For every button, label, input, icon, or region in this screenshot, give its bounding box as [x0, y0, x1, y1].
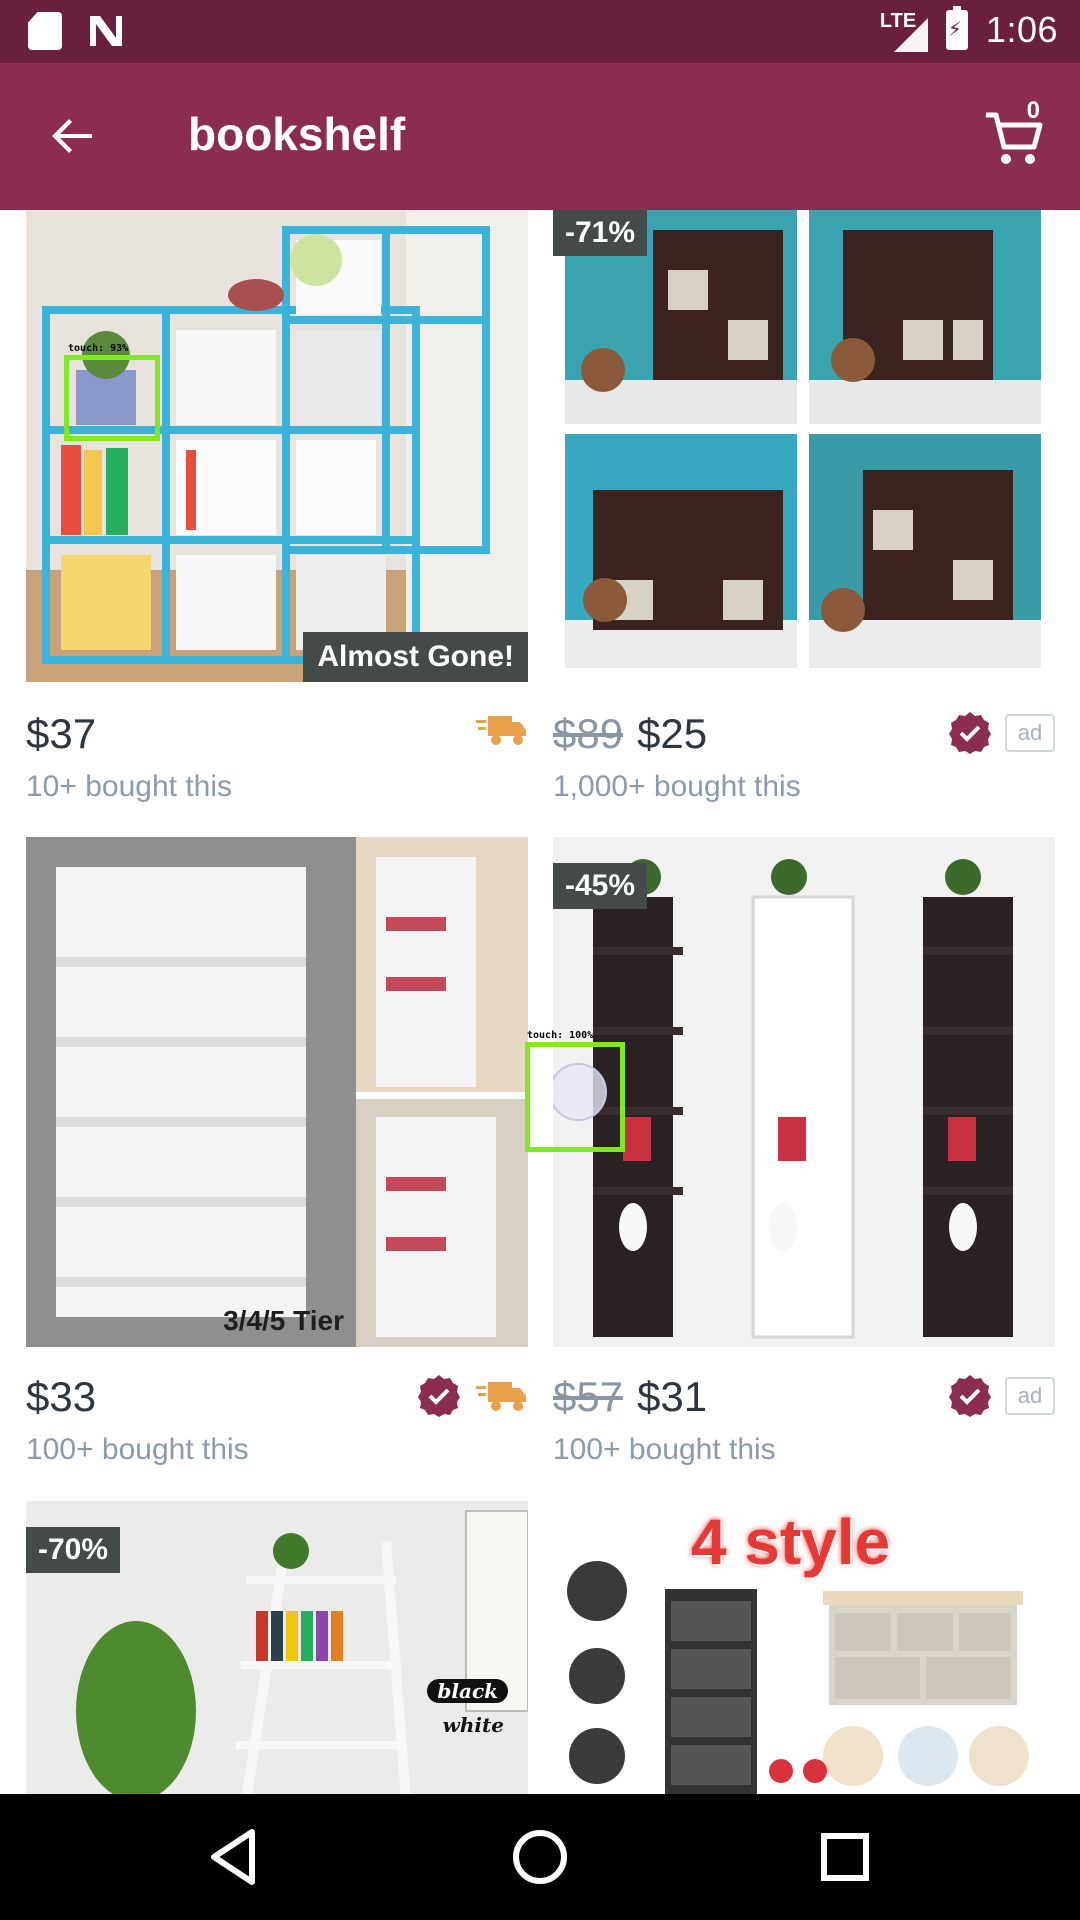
verified-check-icon	[949, 712, 991, 754]
sold-count: 100+ bought this	[26, 1433, 249, 1466]
status-bar: LTE 1:06	[0, 0, 1080, 63]
product-image[interactable]: 4 style	[553, 1501, 1055, 1794]
tier-label: 3/4/5 Tier	[223, 1305, 344, 1336]
product-card[interactable]: -71% $89 $25 ad 1,000+ bought this	[553, 210, 1055, 803]
product-card[interactable]: -70% black white	[26, 1501, 528, 1794]
product-image[interactable]: Almost Gone! touch: 93%	[26, 210, 528, 682]
sold-count: 10+ bought this	[26, 770, 233, 803]
color-option-white: white	[442, 1713, 504, 1737]
price-current: $37	[26, 710, 97, 757]
fast-shipping-truck-icon	[476, 1382, 526, 1411]
price-current: $33	[26, 1373, 97, 1420]
price-original: $89	[553, 710, 624, 757]
sold-count: 1,000+ bought this	[553, 770, 801, 803]
nav-recents-button[interactable]	[812, 1824, 878, 1890]
ad-badge: ad	[1005, 714, 1055, 752]
product-image[interactable]: -70% black white	[26, 1501, 528, 1794]
price-original: $57	[553, 1373, 624, 1420]
product-image[interactable]: -71%	[553, 210, 1055, 682]
discount-badge: -45%	[553, 863, 648, 909]
price: $57 $31	[553, 1373, 707, 1421]
touch-indicator-label: touch: 93%	[68, 343, 129, 354]
price-row: $33	[26, 1373, 528, 1433]
ad-badge: ad	[1005, 1377, 1055, 1415]
price-row: $37	[26, 710, 528, 770]
circle-home-icon	[513, 1830, 567, 1884]
battery-charging-icon	[945, 6, 968, 50]
cart-button[interactable]: 0	[980, 97, 1050, 169]
touch-indicator-box	[525, 1042, 625, 1152]
price: $33	[26, 1373, 96, 1421]
product-image[interactable]: -45%	[553, 837, 1055, 1347]
product-card[interactable]: 4 style	[553, 1501, 1055, 1794]
system-nav-bar	[0, 1794, 1080, 1920]
clock: 1:06	[985, 9, 1058, 50]
price-row: $89 $25 ad	[553, 710, 1055, 770]
nav-back-button[interactable]	[202, 1824, 268, 1890]
app-bar: bookshelf 0	[0, 63, 1080, 210]
notification-n-icon	[86, 12, 126, 50]
back-button[interactable]	[40, 103, 106, 169]
discount-badge: -70%	[26, 1527, 121, 1573]
touch-indicator-label: touch: 100%	[527, 1030, 594, 1041]
availability-badge: Almost Gone!	[303, 632, 528, 682]
product-image[interactable]: 3/4/5 Tier	[26, 837, 528, 1347]
fast-shipping-truck-icon	[476, 716, 526, 745]
signal-icon: LTE	[880, 8, 928, 52]
product-card[interactable]: 3/4/5 Tier $33 100+ bought this	[26, 837, 528, 1466]
product-grid: Almost Gone! touch: 93% $37 10+ bought t…	[0, 210, 1080, 1794]
sold-count: 100+ bought this	[553, 1433, 776, 1466]
price-current: $31	[637, 1373, 708, 1420]
price: $89 $25	[553, 710, 707, 758]
page-title: bookshelf	[188, 108, 406, 160]
color-option-black: black	[427, 1679, 508, 1703]
verified-check-icon	[418, 1375, 460, 1417]
triangle-back-icon	[211, 1829, 255, 1885]
product-card[interactable]: -45% $57 $31 ad 100+ bought this	[553, 837, 1055, 1466]
product-card[interactable]: Almost Gone! touch: 93% $37 10+ bought t…	[26, 210, 528, 803]
price-current: $25	[637, 710, 708, 757]
price-row: $57 $31 ad	[553, 1373, 1055, 1433]
nav-home-button[interactable]	[507, 1824, 573, 1890]
price: $37	[26, 710, 96, 758]
arrow-left-icon	[52, 119, 92, 153]
touch-indicator-box	[64, 355, 160, 441]
verified-check-icon	[949, 1375, 991, 1417]
discount-badge: -71%	[553, 210, 648, 256]
sd-card-icon	[28, 12, 62, 50]
style-count-banner: 4 style	[691, 1506, 891, 1578]
cart-count-badge: 0	[1026, 97, 1040, 124]
square-recents-icon	[821, 1833, 869, 1881]
